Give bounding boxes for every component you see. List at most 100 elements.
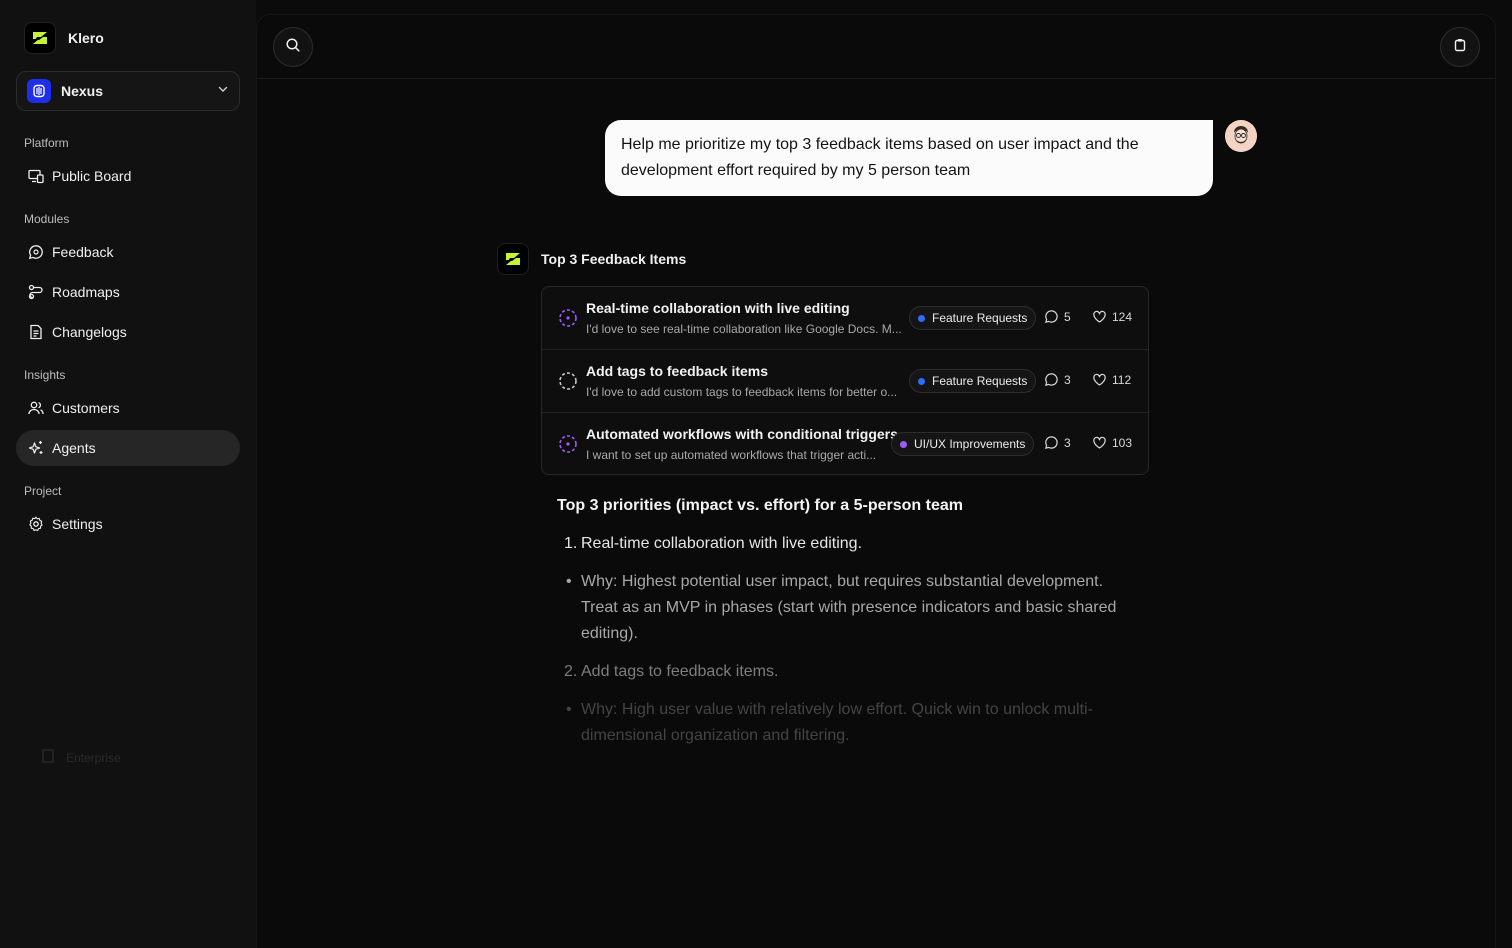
feedback-item-description: I'd love to add custom tags to feedback …: [586, 385, 898, 399]
vote-count[interactable]: 112: [1092, 372, 1131, 387]
in-progress-status-icon: [559, 435, 577, 453]
feedback-item-title: Automated workflows with conditional tri…: [586, 426, 898, 442]
klero-logo-icon: [24, 22, 56, 54]
workspace-name: Nexus: [61, 83, 104, 99]
comment-count-value: 3: [1064, 372, 1071, 387]
agent-heading: Top 3 Feedback Items: [541, 251, 687, 267]
comment-count[interactable]: 5: [1044, 309, 1071, 324]
tag-dot-icon: [900, 440, 907, 448]
tag-dot-icon: [918, 314, 925, 322]
feedback-item-row[interactable]: Real-time collaboration with live editin…: [542, 287, 1148, 350]
sidebar: Klero Nexus Platform Public Board Module…: [0, 0, 256, 948]
in-progress-status-icon: [559, 309, 577, 327]
agent-answer: Top 3 priorities (impact vs. effort) for…: [557, 497, 1137, 761]
workspace-switcher[interactable]: Nexus: [16, 71, 240, 111]
sidebar-item-label: Public Board: [52, 168, 132, 184]
feedback-item-description: I want to set up automated workflows tha…: [586, 448, 877, 462]
vote-count[interactable]: 124: [1092, 309, 1132, 324]
open-status-icon: [559, 372, 577, 390]
vote-count[interactable]: 103: [1092, 435, 1132, 450]
answer-text: Why: High user value with relatively low…: [581, 701, 1093, 744]
sidebar-item-settings[interactable]: Settings: [16, 506, 240, 542]
agent-logo-icon: [497, 243, 529, 275]
enterprise-label: Enterprise: [66, 750, 121, 765]
answer-item: 2. Add tags to feedback items.: [557, 659, 1137, 685]
section-label-insights: Insights: [24, 368, 66, 382]
monitor-phone-icon: [28, 168, 44, 184]
users-icon: [28, 400, 44, 416]
sidebar-item-label: Feedback: [52, 244, 114, 260]
tag-label: Feature Requests: [932, 374, 1028, 388]
answer-item: • Why: High user value with relatively l…: [557, 697, 1137, 749]
answer-item: 1. Real-time collaboration with live edi…: [557, 531, 1137, 557]
category-tag[interactable]: Feature Requests: [909, 369, 1037, 393]
search-icon: [285, 37, 301, 58]
vote-count-value: 103: [1112, 435, 1133, 450]
vote-count-value: 124: [1112, 309, 1133, 324]
sidebar-item-label: Changelogs: [52, 324, 127, 340]
feedback-item-row[interactable]: Automated workflows with conditional tri…: [542, 413, 1148, 476]
building-icon: [40, 748, 56, 767]
avatar[interactable]: [1225, 120, 1257, 152]
comment-icon: [1045, 310, 1058, 323]
sidebar-item-changelogs[interactable]: Changelogs: [16, 314, 240, 350]
tag-label: Feature Requests: [932, 311, 1028, 325]
sidebar-item-public-board[interactable]: Public Board: [16, 158, 240, 194]
list-marker: •: [566, 701, 572, 718]
answer-title: Top 3 priorities (impact vs. effort) for…: [557, 497, 963, 514]
brand-name: Klero: [68, 30, 104, 46]
feedback-item-title: Add tags to feedback items: [586, 363, 769, 379]
section-label-platform: Platform: [24, 136, 69, 150]
comment-count-value: 3: [1064, 435, 1071, 450]
brand[interactable]: Klero: [24, 22, 104, 54]
vote-count-value: 112: [1112, 372, 1132, 387]
tag-label: UI/UX Improvements: [914, 437, 1026, 451]
user-message: Help me prioritize my top 3 feedback ite…: [605, 120, 1213, 196]
sidebar-item-feedback[interactable]: Feedback: [16, 234, 240, 270]
sidebar-item-agents[interactable]: Agents: [16, 430, 240, 466]
sparkles-icon: [28, 440, 44, 456]
clipboard-icon: [1453, 38, 1467, 57]
section-label-modules: Modules: [24, 212, 70, 226]
category-tag[interactable]: UI/UX Improvements: [891, 432, 1035, 456]
message-circle-icon: [28, 244, 44, 260]
route-icon: [28, 284, 44, 300]
heart-icon: [1093, 373, 1106, 386]
feedback-items-card: Real-time collaboration with live editin…: [541, 286, 1149, 475]
answer-text: Add tags to feedback items.: [581, 663, 779, 680]
tag-dot-icon: [918, 377, 925, 385]
feedback-item-description: I'd love to see real-time collaboration …: [586, 322, 902, 336]
comment-icon: [1045, 373, 1058, 386]
answer-text: Why: Highest potential user impact, but …: [581, 573, 1117, 642]
heart-icon: [1093, 436, 1106, 449]
chevron-down-icon: [217, 82, 229, 100]
list-marker: 2.: [564, 663, 578, 680]
sidebar-item-roadmaps[interactable]: Roadmaps: [16, 274, 240, 310]
topbar: [257, 15, 1495, 79]
sidebar-item-customers[interactable]: Customers: [16, 390, 240, 426]
feedback-item-title: Real-time collaboration with live editin…: [586, 300, 850, 316]
list-marker: •: [566, 573, 572, 590]
gear-icon: [28, 516, 44, 532]
category-tag[interactable]: Feature Requests: [909, 306, 1037, 330]
sidebar-item-label: Roadmaps: [52, 284, 120, 300]
section-label-project: Project: [24, 484, 62, 498]
document-icon: [28, 324, 44, 340]
answer-item: • Why: Highest potential user impact, bu…: [557, 569, 1137, 647]
sidebar-item-label: Agents: [52, 440, 96, 456]
enterprise-link[interactable]: Enterprise: [40, 748, 121, 767]
search-button[interactable]: [273, 27, 313, 67]
feedback-item-row[interactable]: Add tags to feedback items I'd love to a…: [542, 350, 1148, 413]
comment-icon: [1045, 436, 1058, 449]
comment-count-value: 5: [1064, 309, 1071, 324]
answer-text: Real-time collaboration with live editin…: [581, 535, 863, 552]
sidebar-item-label: Settings: [52, 516, 103, 532]
sidebar-item-label: Customers: [52, 400, 120, 416]
comment-count[interactable]: 3: [1044, 372, 1071, 387]
list-marker: 1.: [564, 535, 578, 552]
workspace-logo-icon: [27, 79, 51, 103]
comment-count[interactable]: 3: [1044, 435, 1071, 450]
clipboard-button[interactable]: [1440, 27, 1480, 67]
heart-icon: [1093, 310, 1106, 323]
main-panel: Help me prioritize my top 3 feedback ite…: [256, 14, 1496, 948]
